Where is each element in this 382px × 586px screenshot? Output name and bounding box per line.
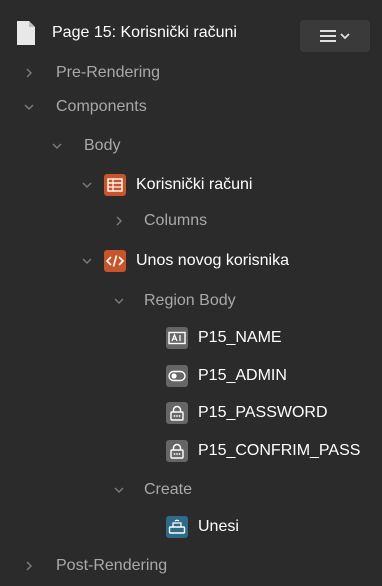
chevron-down-icon [82, 258, 92, 265]
chevron-down-icon [114, 487, 124, 494]
chevron-down-icon [52, 143, 62, 150]
tree-node-pre-rendering[interactable]: Pre-Rendering [22, 58, 160, 88]
chevron-down-icon [24, 104, 34, 111]
tree-label: Pre-Rendering [56, 64, 161, 81]
tree-node-button-unesi[interactable]: Unesi [166, 512, 239, 542]
chevron-right-icon [26, 561, 33, 571]
tree-node-item-p15-admin[interactable]: P15_ADMIN [166, 361, 287, 391]
tree-label: Components [56, 98, 147, 115]
tree-label: Columns [144, 212, 208, 229]
page-tree-panel: Page 15: Korisnički računi Pre-Rendering… [0, 0, 382, 586]
tree-node-item-p15-confrim-pass[interactable]: P15_CONFRIM_PASS [166, 436, 360, 466]
tree-label: Unos novog korisnika [136, 252, 289, 269]
tree-label: Korisnički računi [136, 176, 253, 193]
page-icon [17, 21, 35, 45]
tree-node-body[interactable]: Body [50, 131, 120, 161]
tree-node-components[interactable]: Components [22, 92, 147, 122]
tree-node-region-korisnicki-racuni[interactable]: Korisnički računi [80, 170, 252, 200]
tree-label: Post-Rendering [56, 557, 168, 574]
chevron-right-icon [26, 68, 33, 78]
tree-label: P15_ADMIN [198, 367, 287, 384]
tree-label: Unesi [198, 518, 239, 535]
tree-node-item-p15-password[interactable]: P15_PASSWORD [166, 398, 328, 428]
tree-node-create[interactable]: Create [112, 475, 192, 505]
lock-icon [166, 440, 188, 462]
lock-icon [166, 402, 188, 424]
page-header: Page 15: Korisnički računi [0, 0, 382, 54]
tree-label: Region Body [144, 292, 236, 309]
tree-label: Create [144, 481, 193, 498]
tree-node-region-body[interactable]: Region Body [112, 286, 236, 316]
chevron-down-icon [114, 298, 124, 305]
chevron-right-icon [116, 216, 123, 226]
menu-button[interactable] [300, 20, 370, 52]
tree-label: P15_CONFRIM_PASS [198, 442, 361, 459]
page-title[interactable]: Page 15: Korisnički računi [52, 20, 237, 46]
tree-node-post-rendering[interactable]: Post-Rendering [22, 551, 167, 581]
report-icon [104, 174, 126, 196]
tree-label: P15_PASSWORD [198, 404, 328, 421]
tree-label: Body [84, 137, 121, 154]
button-icon [166, 516, 188, 538]
hamburger-menu-icon [320, 30, 350, 42]
switch-icon [166, 365, 188, 387]
tree-node-columns[interactable]: Columns [112, 206, 207, 236]
code-icon [104, 250, 126, 272]
tree-node-item-p15-name[interactable]: P15_NAME [166, 323, 282, 353]
tree-label: P15_NAME [198, 329, 282, 346]
tree-node-region-unos-novog-korisnika[interactable]: Unos novog korisnika [80, 246, 289, 276]
text-field-icon [166, 327, 188, 349]
chevron-down-icon [82, 182, 92, 189]
